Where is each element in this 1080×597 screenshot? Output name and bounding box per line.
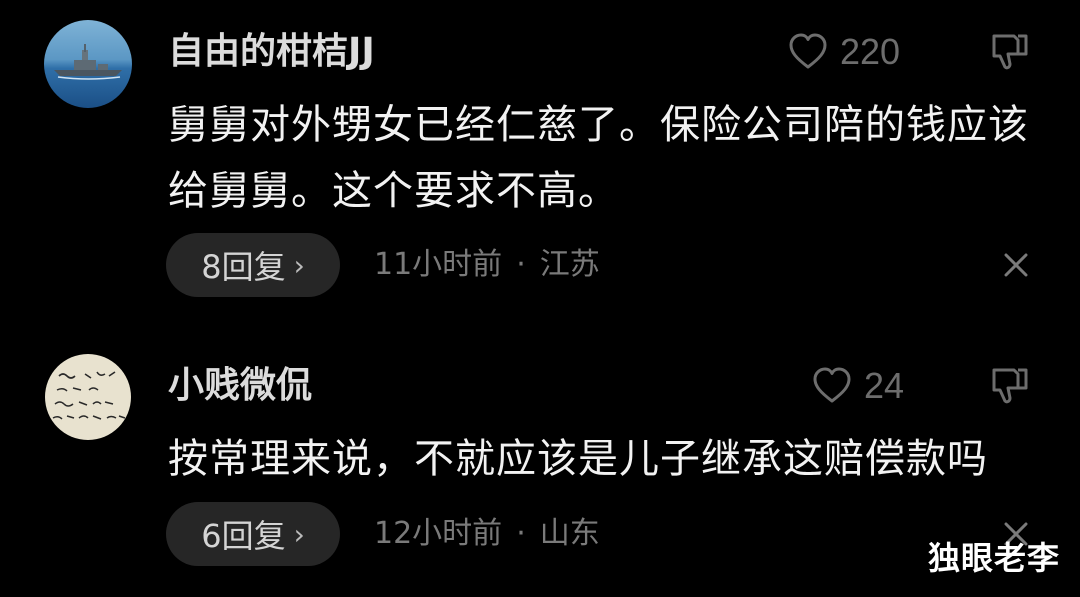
location: 山东 bbox=[539, 516, 600, 551]
separator: · bbox=[516, 247, 526, 282]
chevron-right-icon: › bbox=[293, 248, 305, 282]
comment-text: 舅舅对外甥女已经仁慈了。保险公司陪的钱应该给舅舅。这个要求不高。 bbox=[168, 102, 1029, 214]
dislike-icon[interactable] bbox=[988, 364, 1032, 408]
username[interactable]: 自由的柑桔JJ bbox=[168, 30, 375, 74]
separator: · bbox=[516, 516, 526, 551]
avatar[interactable] bbox=[45, 354, 131, 440]
replies-button[interactable]: 8回复 › bbox=[166, 233, 340, 297]
heart-icon bbox=[789, 33, 827, 69]
timestamp: 12小时前 bbox=[374, 516, 503, 551]
comment-meta: 11小时前 · 江苏 bbox=[374, 233, 600, 297]
like-button[interactable]: 220 bbox=[788, 30, 900, 74]
like-button[interactable]: 24 bbox=[812, 364, 904, 408]
replies-label: 8回复 bbox=[201, 248, 286, 286]
chevron-right-icon: › bbox=[293, 517, 305, 551]
comment-text: 按常理来说，不就应该是儿子继承这赔偿款吗 bbox=[168, 436, 988, 482]
username[interactable]: 小贱微侃 bbox=[168, 364, 312, 408]
comment-item: 自由的柑桔JJ 220 舅舅对外甥女已经仁慈了。保险公司陪的钱应该给舅舅。这个要… bbox=[0, 0, 1080, 310]
heart-icon bbox=[813, 367, 851, 403]
replies-button[interactable]: 6回复 › bbox=[166, 502, 340, 566]
replies-label: 6回复 bbox=[201, 517, 286, 555]
like-count: 220 bbox=[840, 31, 901, 72]
close-icon[interactable] bbox=[1000, 249, 1032, 281]
watermark-text: 独眼老李 bbox=[927, 539, 1060, 577]
like-count: 24 bbox=[864, 365, 905, 406]
location: 江苏 bbox=[539, 247, 600, 282]
comment-meta: 12小时前 · 山东 bbox=[374, 502, 600, 566]
warship-photo-icon bbox=[44, 20, 132, 108]
handwriting-avatar-icon bbox=[45, 354, 131, 440]
comment-item: 小贱微侃 24 按常理来说，不就应该是儿子继承这赔偿款吗 6回复 › 12小时前… bbox=[0, 330, 1080, 597]
dislike-icon[interactable] bbox=[988, 30, 1032, 74]
avatar[interactable] bbox=[44, 20, 132, 108]
timestamp: 11小时前 bbox=[374, 247, 503, 282]
